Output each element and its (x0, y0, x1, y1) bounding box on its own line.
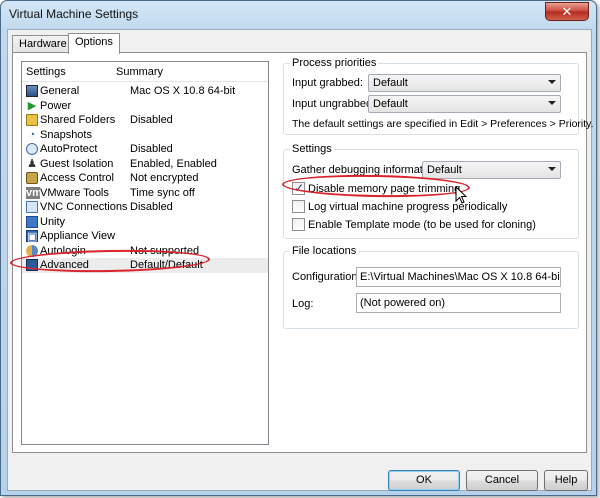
lock-icon (26, 172, 38, 184)
options-panel: Settings Summary General Mac OS X 10.8 64… (12, 52, 594, 453)
settings-row-unity[interactable]: Unity (22, 215, 268, 230)
settings-row-autologin[interactable]: Autologin Not supported (22, 244, 268, 259)
log-value: (Not powered on) (360, 297, 445, 309)
log-label: Log: (292, 298, 314, 310)
settings-row-name: Guest Isolation (40, 157, 114, 170)
process-priorities-group: Process priorities Input grabbed: Defaul… (283, 57, 594, 135)
settings-row-name: Appliance View (40, 230, 116, 242)
log-progress-label[interactable]: Log virtual machine progress periodicall… (308, 200, 507, 214)
gather-debug-label: Gather debugging information: (292, 164, 441, 176)
settings-group-title: Settings (290, 143, 334, 155)
settings-row-autoprotect[interactable]: AutoProtect Disabled (22, 142, 268, 157)
settings-row-vmware-tools[interactable]: vm VMware Tools Time sync off (22, 186, 268, 201)
settings-row-summary: Not supported (130, 244, 200, 257)
disable-trimming-label[interactable]: Disable memory page trimming (308, 182, 460, 196)
appliance-view-icon: ▣ (26, 230, 38, 243)
settings-row-summary: Not encrypted (130, 172, 199, 184)
input-ungrabbed-value: Default (373, 98, 408, 110)
settings-row-summary: Time sync off (130, 186, 195, 199)
ok-button[interactable]: OK (388, 470, 460, 491)
file-locations-group: File locations Configuration: E:\Virtual… (283, 245, 579, 329)
log-progress-checkbox[interactable] (292, 200, 305, 213)
window-title: Virtual Machine Settings (9, 7, 139, 21)
input-grabbed-select[interactable]: Default (368, 74, 561, 92)
settings-row-guest-isolation[interactable]: ♟ Guest Isolation Enabled, Enabled (22, 157, 268, 172)
vnc-icon (26, 201, 38, 213)
close-button[interactable]: ✕ (545, 2, 589, 21)
settings-row-general[interactable]: General Mac OS X 10.8 64-bit (22, 84, 268, 99)
disable-trimming-checkbox[interactable] (292, 181, 305, 195)
tab-options[interactable]: Options (68, 33, 120, 54)
settings-row-summary: Mac OS X 10.8 64-bit (130, 85, 236, 97)
autoprotect-icon (26, 143, 38, 155)
settings-row-advanced[interactable]: Advanced Default/Default (22, 258, 268, 273)
settings-row-summary: Default/Default (130, 259, 203, 271)
help-button[interactable]: Help (544, 470, 588, 491)
input-ungrabbed-label: Input ungrabbed: (292, 98, 376, 110)
configuration-value: E:\Virtual Machines\Mac OS X 10.8 64-bit… (360, 271, 560, 283)
settings-row-name: Power (40, 99, 72, 112)
settings-group: Settings Gather debugging information: D… (283, 143, 579, 239)
settings-row-snapshots[interactable]: ◔ Snapshots (22, 128, 268, 143)
list-header: Settings Summary (22, 62, 268, 82)
guest-isolation-icon: ♟ (27, 157, 37, 170)
template-mode-checkbox[interactable] (292, 218, 305, 231)
settings-row-name: Access Control (40, 172, 114, 184)
settings-list[interactable]: Settings Summary General Mac OS X 10.8 64… (21, 61, 269, 445)
autologin-icon (26, 244, 38, 257)
snapshots-icon: ◔ (28, 128, 36, 141)
configuration-field[interactable]: E:\Virtual Machines\Mac OS X 10.8 64-bit… (356, 267, 561, 287)
settings-row-summary: Enabled, Enabled (130, 157, 217, 170)
gather-debug-value: Default (427, 164, 462, 176)
vmware-tools-icon: vm (26, 186, 42, 199)
shared-folders-icon (26, 114, 38, 126)
advanced-icon (26, 259, 38, 271)
settings-row-name: Autologin (40, 244, 86, 257)
settings-row-name: General (40, 85, 80, 97)
general-icon (26, 85, 38, 97)
input-grabbed-label: Input grabbed: (292, 77, 363, 89)
settings-row-appliance-view[interactable]: ▣ Appliance View (22, 229, 268, 244)
settings-row-power[interactable]: ▶ Power (22, 99, 268, 114)
chevron-down-icon (548, 80, 556, 84)
settings-row-summary: Disabled (130, 143, 173, 155)
settings-row-vnc-connections[interactable]: VNC Connections Disabled (22, 200, 268, 215)
settings-row-shared-folders[interactable]: Shared Folders Disabled (22, 113, 268, 128)
vm-settings-window: Virtual Machine Settings ✕ Hardware Opti… (0, 0, 597, 496)
settings-row-name: VNC Connections (40, 201, 128, 213)
tab-hardware[interactable]: Hardware (12, 35, 74, 53)
settings-row-name: Shared Folders (40, 114, 116, 126)
chevron-down-icon (548, 101, 556, 105)
settings-row-name: VMware Tools (40, 186, 109, 199)
cancel-button[interactable]: Cancel (466, 470, 538, 491)
input-grabbed-value: Default (373, 77, 408, 89)
input-ungrabbed-select[interactable]: Default (368, 95, 561, 113)
settings-row-name: Advanced (40, 259, 89, 271)
column-header-summary[interactable]: Summary (116, 66, 163, 78)
settings-row-summary: Disabled (130, 114, 173, 126)
priority-note: The default settings are specified in Ed… (292, 118, 594, 130)
gather-debug-select[interactable]: Default (422, 161, 561, 179)
power-icon: ▶ (27, 99, 37, 112)
settings-row-access-control[interactable]: Access Control Not encrypted (22, 171, 268, 186)
file-locations-title: File locations (290, 245, 359, 257)
chevron-down-icon (548, 167, 556, 171)
settings-row-name: Unity (40, 215, 66, 228)
dialog-body: Hardware Options Settings Summary Genera… (7, 29, 594, 491)
unity-icon (26, 215, 38, 228)
settings-row-name: Snapshots (40, 128, 92, 141)
process-priorities-title: Process priorities (290, 57, 379, 69)
configuration-label: Configuration: (292, 271, 361, 283)
column-header-settings[interactable]: Settings (26, 66, 66, 78)
settings-row-summary: Disabled (130, 201, 173, 213)
template-mode-label[interactable]: Enable Template mode (to be used for clo… (308, 218, 536, 232)
settings-row-name: AutoProtect (40, 143, 98, 155)
log-field[interactable]: (Not powered on) (356, 293, 561, 313)
title-bar[interactable]: Virtual Machine Settings ✕ (1, 1, 596, 28)
